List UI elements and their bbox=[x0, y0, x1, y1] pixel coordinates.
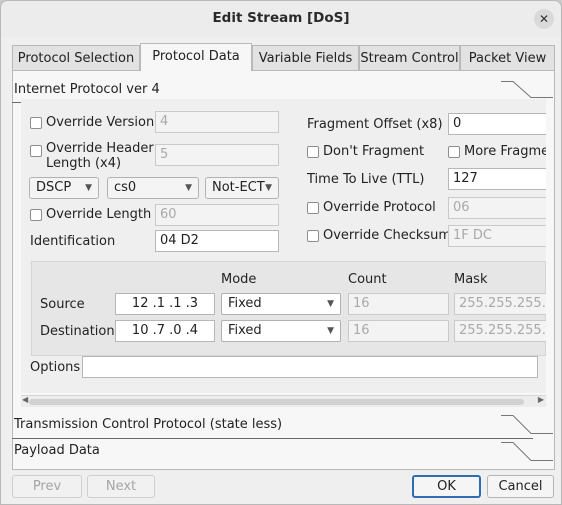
destination-ip-field[interactable]: 10 .7 .0 .4 bbox=[115, 320, 215, 342]
chevron-down-icon: ▼ bbox=[185, 183, 192, 193]
section-payload-header[interactable]: Payload Data bbox=[12, 440, 553, 466]
source-mask-field[interactable]: 255.255.255.0 bbox=[454, 293, 546, 315]
next-button[interactable]: Next bbox=[87, 475, 155, 498]
override-protocol-label: Override Protocol bbox=[323, 200, 436, 215]
chevron-down-icon: ▼ bbox=[265, 183, 272, 193]
override-length-label: Override Length bbox=[46, 207, 152, 222]
section-ipv4-title: Internet Protocol ver 4 bbox=[14, 82, 160, 97]
protocol-field[interactable]: 06 bbox=[448, 197, 546, 219]
dscp-select[interactable]: DSCP ▼ bbox=[29, 177, 99, 199]
ecn-select-value: Not-ECT bbox=[212, 180, 265, 195]
chevron-down-icon: ▼ bbox=[85, 183, 92, 193]
options-field[interactable] bbox=[82, 356, 538, 378]
section-tcp-title: Transmission Control Protocol (state les… bbox=[14, 417, 283, 432]
destination-mode-value: Fixed bbox=[228, 323, 262, 338]
tab-stream-control[interactable]: Stream Control bbox=[359, 45, 460, 71]
source-mode-value: Fixed bbox=[228, 296, 262, 311]
version-field[interactable]: 4 bbox=[155, 111, 279, 133]
prev-button[interactable]: Prev bbox=[12, 475, 82, 498]
horizontal-scrollbar[interactable]: ◀ ▶ bbox=[21, 395, 546, 407]
tab-variable-fields[interactable]: Variable Fields bbox=[252, 45, 359, 71]
destination-label: Destination bbox=[40, 324, 115, 339]
scroll-left-icon[interactable]: ◀ bbox=[22, 395, 28, 404]
override-protocol-checkbox[interactable] bbox=[307, 202, 319, 214]
fragment-offset-label: Fragment Offset (x8) bbox=[307, 117, 443, 132]
override-length-checkbox[interactable] bbox=[30, 209, 42, 221]
override-checksum-checkbox[interactable] bbox=[307, 230, 319, 242]
section-tcp-header[interactable]: Transmission Control Protocol (state les… bbox=[12, 413, 553, 439]
ttl-field[interactable]: 127 bbox=[448, 168, 546, 190]
override-version-checkbox[interactable] bbox=[30, 117, 42, 129]
header-length-field[interactable]: 5 bbox=[155, 144, 279, 166]
dscp-select-value: DSCP bbox=[36, 180, 72, 195]
chevron-down-icon: ▼ bbox=[327, 326, 334, 336]
ecn-select[interactable]: Not-ECT ▼ bbox=[205, 177, 279, 199]
divider bbox=[12, 438, 521, 439]
title-bar: Edit Stream [DoS] ✕ bbox=[1, 1, 561, 37]
section-payload-title: Payload Data bbox=[14, 443, 100, 458]
section-tab-shape-icon bbox=[501, 415, 553, 439]
more-fragments-label: More Fragments bbox=[464, 144, 546, 159]
options-label: Options bbox=[30, 360, 81, 375]
edit-stream-dialog: Edit Stream [DoS] ✕ Protocol Selection P… bbox=[0, 0, 562, 505]
codepoint-select-value: cs0 bbox=[114, 180, 137, 195]
section-tab-shape-icon bbox=[501, 442, 553, 461]
identification-field[interactable]: 04 D2 bbox=[155, 230, 279, 252]
scroll-right-icon[interactable]: ▶ bbox=[538, 395, 544, 404]
more-fragments-checkbox[interactable] bbox=[448, 146, 460, 158]
mask-column-header: Mask bbox=[454, 272, 488, 287]
cancel-button[interactable]: Cancel bbox=[487, 475, 554, 498]
identification-label: Identification bbox=[30, 234, 116, 249]
scrollbar-thumb[interactable] bbox=[29, 399, 524, 405]
override-checksum-label: Override Checksum bbox=[323, 228, 452, 243]
codepoint-select[interactable]: cs0 ▼ bbox=[107, 177, 199, 199]
dont-fragment-checkbox[interactable] bbox=[307, 146, 319, 158]
source-count-field[interactable]: 16 bbox=[348, 293, 449, 315]
mode-column-header: Mode bbox=[221, 272, 257, 287]
source-ip-field[interactable]: 12 .1 .1 .3 bbox=[115, 293, 215, 315]
tab-protocol-data[interactable]: Protocol Data bbox=[140, 43, 252, 71]
ttl-label: Time To Live (TTL) bbox=[307, 172, 425, 187]
chevron-down-icon: ▼ bbox=[327, 299, 334, 309]
checksum-field[interactable]: 1F DC bbox=[448, 225, 546, 247]
tab-packet-view[interactable]: Packet View bbox=[460, 45, 555, 71]
dont-fragment-label: Don't Fragment bbox=[323, 144, 425, 159]
destination-mode-select[interactable]: Fixed ▼ bbox=[221, 320, 341, 342]
ok-button[interactable]: OK bbox=[412, 475, 481, 498]
addresses-group: Mode Count Mask Source 12 .1 .1 .3 Fixed… bbox=[31, 261, 546, 356]
source-mode-select[interactable]: Fixed ▼ bbox=[221, 293, 341, 315]
destination-mask-field[interactable]: 255.255.255.0 bbox=[454, 320, 546, 342]
override-version-label: Override Version bbox=[46, 115, 155, 130]
close-button[interactable]: ✕ bbox=[534, 9, 554, 29]
source-label: Source bbox=[40, 297, 85, 312]
window-title: Edit Stream [DoS] bbox=[212, 10, 350, 26]
count-column-header: Count bbox=[348, 272, 387, 287]
fragment-offset-field[interactable]: 0 bbox=[448, 113, 546, 135]
override-header-length-label-1: Override Header bbox=[46, 141, 154, 156]
override-header-length-label-2: Length (x4) bbox=[46, 156, 122, 171]
tab-protocol-selection[interactable]: Protocol Selection bbox=[12, 45, 140, 71]
length-field[interactable]: 60 bbox=[155, 204, 279, 226]
ipv4-fields-panel: Override Version 4 Override Header Lengt… bbox=[21, 99, 546, 393]
destination-count-field[interactable]: 16 bbox=[348, 320, 449, 342]
override-header-length-checkbox[interactable] bbox=[30, 145, 42, 157]
